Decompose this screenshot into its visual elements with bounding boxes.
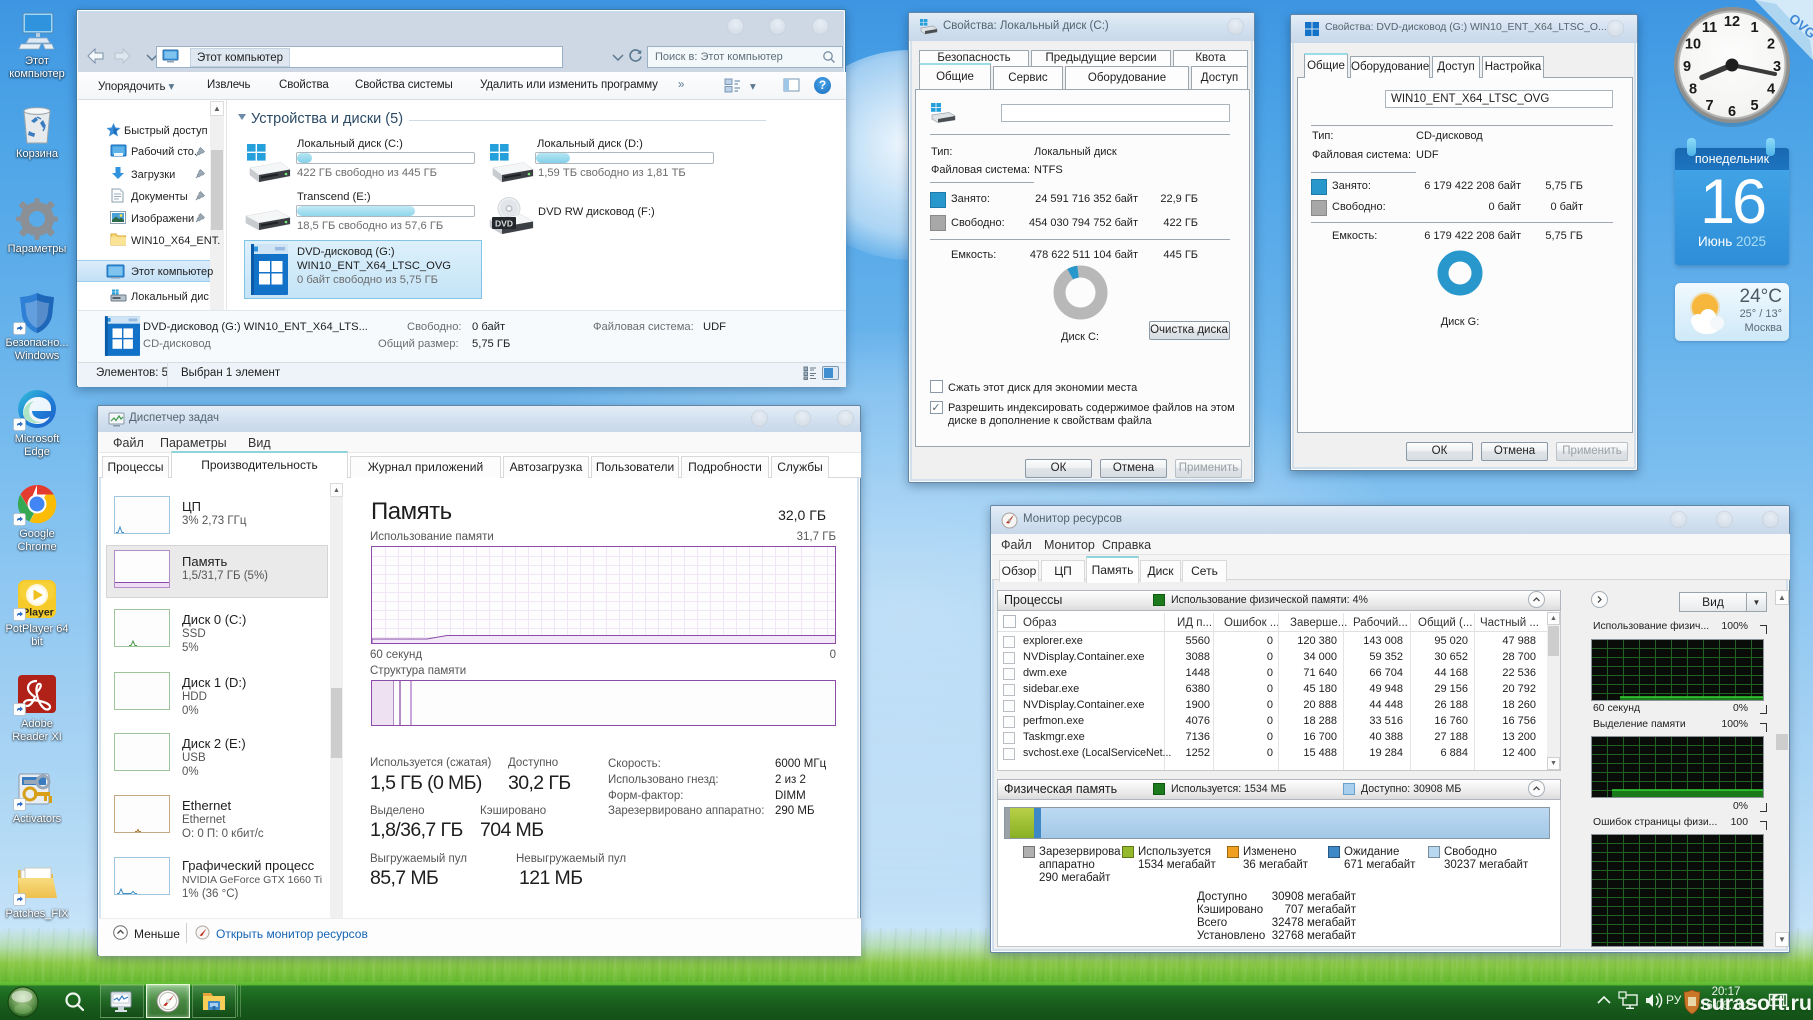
svg-text:12: 12 [1724,14,1740,30]
svg-text:Player: Player [22,607,54,619]
svg-text:5: 5 [1750,98,1758,114]
svg-text:4: 4 [1767,82,1775,98]
svg-text:1: 1 [1750,20,1758,36]
svg-text:2: 2 [1767,37,1775,53]
svg-text:11: 11 [1702,20,1717,36]
svg-text:8: 8 [1689,82,1697,98]
svg-text:9: 9 [1683,59,1691,75]
svg-text:7: 7 [1705,98,1713,114]
svg-text:6: 6 [1728,104,1736,120]
svg-text:DVD: DVD [495,219,513,229]
svg-text:10: 10 [1685,37,1701,53]
